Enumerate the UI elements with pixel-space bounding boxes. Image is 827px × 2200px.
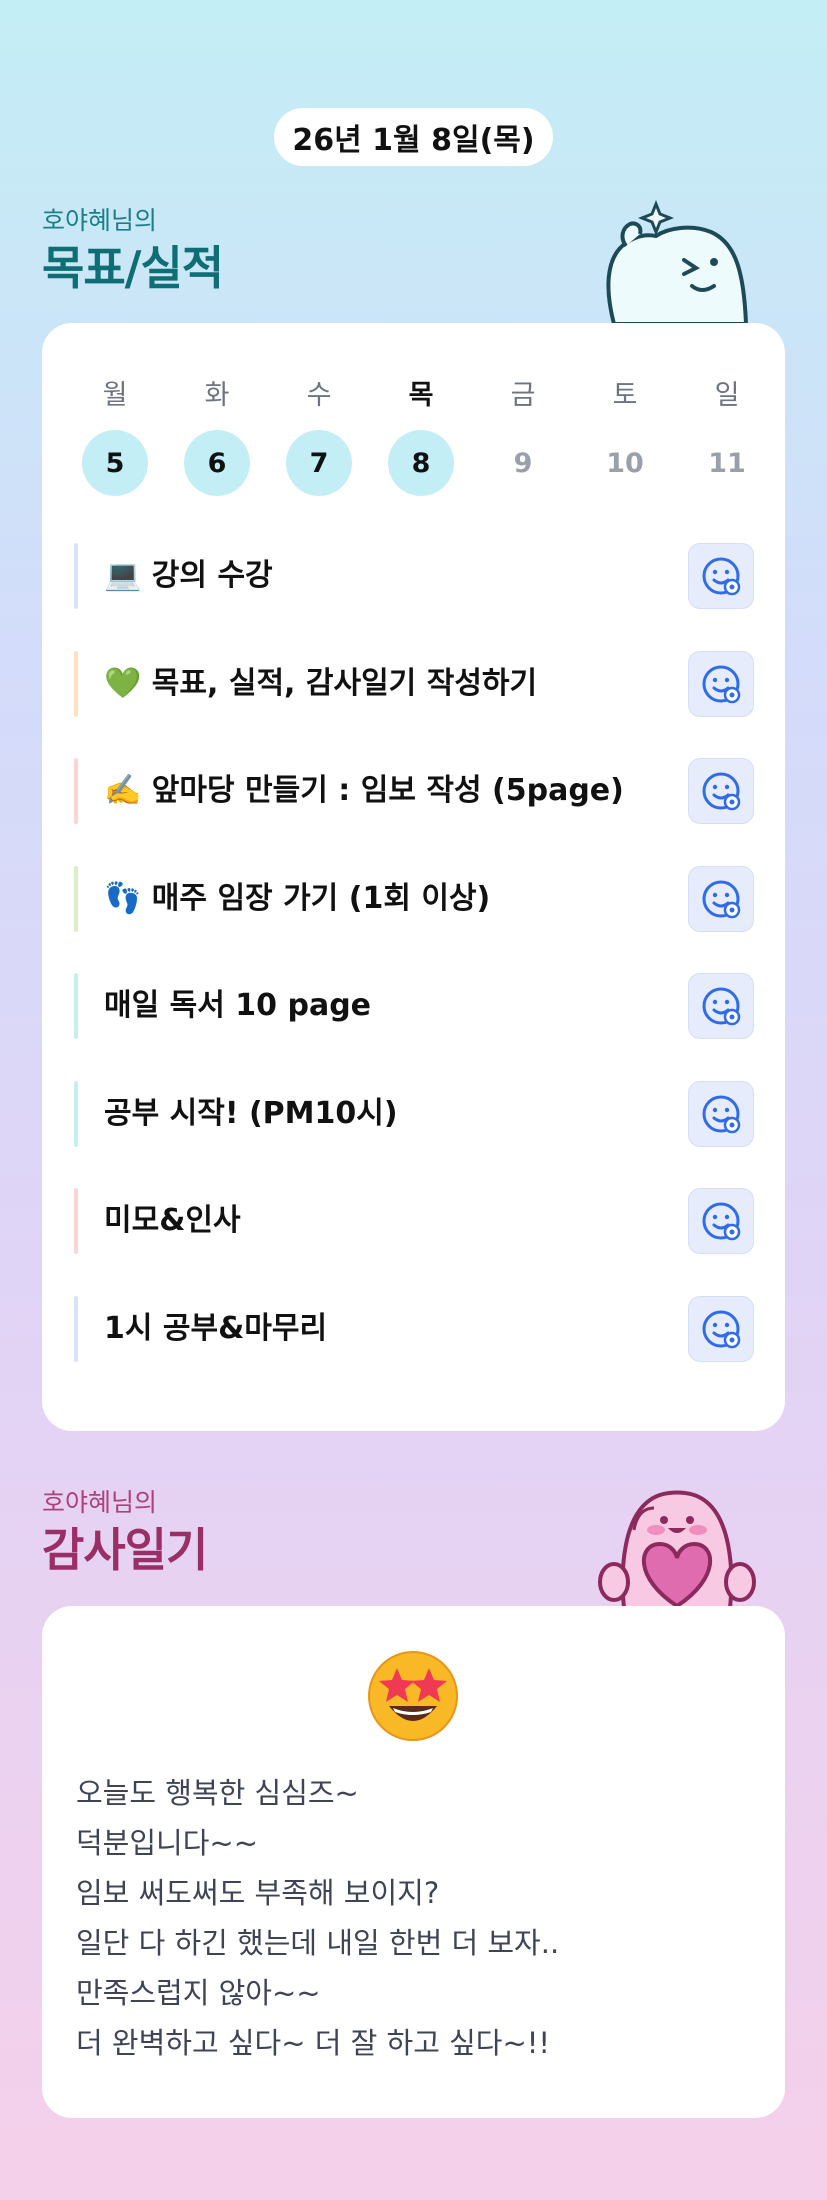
smiley-add-icon xyxy=(702,880,741,919)
task-label: 미모&인사 xyxy=(104,1203,241,1238)
task-label: 👣 매주 임장 가기 (1회 이상) xyxy=(104,881,491,916)
weekday-sat: 토 xyxy=(612,380,638,411)
diary-line: 오늘도 행복한 심심즈~ xyxy=(76,1776,359,1810)
task-item: 👣 매주 임장 가기 (1회 이상) xyxy=(74,866,754,932)
date-circle-6[interactable]: 6 xyxy=(184,430,250,496)
mascot-heart-icon xyxy=(598,1490,756,1608)
smiley-add-button[interactable] xyxy=(688,1081,754,1147)
task-color-bar xyxy=(74,1188,78,1254)
smiley-add-icon xyxy=(702,1095,741,1134)
goals-card: 월 화 수 목 금 토 일 5 6 7 8 9 10 11 💻 강의 수강 💚 … xyxy=(42,323,785,1431)
goals-title: 목표/실적 xyxy=(42,241,224,295)
smiley-add-icon xyxy=(702,1310,741,1349)
weekday-fri: 금 xyxy=(510,380,536,411)
task-item: 💚 목표, 실적, 감사일기 작성하기 xyxy=(74,651,754,717)
date-circle-5[interactable]: 5 xyxy=(82,430,148,496)
task-label: 공부 시작! (PM10시) xyxy=(104,1096,398,1131)
date-pill[interactable]: 26년 1월 8일(목) xyxy=(274,108,553,166)
diary-line: 만족스럽지 않아~~ xyxy=(76,1976,321,2010)
date-circle-7[interactable]: 7 xyxy=(286,430,352,496)
week-strip: 월 화 수 목 금 토 일 5 6 7 8 9 10 11 xyxy=(42,323,785,523)
task-color-bar xyxy=(74,973,78,1039)
weekday-tue: 화 xyxy=(204,380,230,411)
smiley-add-icon xyxy=(702,1202,741,1241)
smiley-add-icon xyxy=(702,557,741,596)
weekday-mon: 월 xyxy=(102,380,128,411)
task-item: 1시 공부&마무리 xyxy=(74,1296,754,1362)
task-item: 매일 독서 10 page xyxy=(74,973,754,1039)
smiley-add-button[interactable] xyxy=(688,1188,754,1254)
task-item: 미모&인사 xyxy=(74,1188,754,1254)
diary-line: 덕분입니다~~ xyxy=(76,1826,258,1860)
date-circle-10[interactable]: 10 xyxy=(592,430,658,496)
task-color-bar xyxy=(74,543,78,609)
task-color-bar xyxy=(74,651,78,717)
smiley-add-button[interactable] xyxy=(688,1296,754,1362)
smiley-add-icon xyxy=(702,772,741,811)
task-color-bar xyxy=(74,758,78,824)
smiley-add-icon xyxy=(702,987,741,1026)
date-circle-9[interactable]: 9 xyxy=(490,430,556,496)
task-item: ✍️ 앞마당 만들기 : 임보 작성 (5page) xyxy=(74,758,754,824)
weekday-thu: 목 xyxy=(408,380,434,411)
task-color-bar xyxy=(74,866,78,932)
task-label: 💻 강의 수강 xyxy=(104,558,273,593)
task-item: 💻 강의 수강 xyxy=(74,543,754,609)
diary-line: 더 완벽하고 싶다~ 더 잘 하고 싶다~!! xyxy=(76,2026,550,2060)
task-label: 매일 독서 10 page xyxy=(104,988,372,1023)
diary-line: 일단 다 하긴 했는데 내일 한번 더 보자.. xyxy=(76,1926,560,1960)
star-struck-emoji-icon xyxy=(368,1651,458,1741)
task-color-bar xyxy=(74,1296,78,1362)
weekday-sun: 일 xyxy=(714,380,740,411)
task-color-bar xyxy=(74,1081,78,1147)
mascot-cheer-icon xyxy=(606,199,749,324)
smiley-add-button[interactable] xyxy=(688,758,754,824)
task-label: 1시 공부&마무리 xyxy=(104,1311,328,1346)
diary-card: 오늘도 행복한 심심즈~ 덕분입니다~~ 임보 써도써도 부족해 보이지? 일단… xyxy=(42,1606,785,2118)
smiley-add-icon xyxy=(702,665,741,704)
task-item: 공부 시작! (PM10시) xyxy=(74,1081,754,1147)
diary-line: 임보 써도써도 부족해 보이지? xyxy=(76,1876,440,1910)
weekday-wed: 수 xyxy=(306,380,332,411)
smiley-add-button[interactable] xyxy=(688,651,754,717)
smiley-add-button[interactable] xyxy=(688,866,754,932)
diary-title: 감사일기 xyxy=(42,1523,208,1577)
task-label: 💚 목표, 실적, 감사일기 작성하기 xyxy=(104,666,538,701)
date-circle-11[interactable]: 11 xyxy=(694,430,760,496)
date-circle-8[interactable]: 8 xyxy=(388,430,454,496)
smiley-add-button[interactable] xyxy=(688,973,754,1039)
smiley-add-button[interactable] xyxy=(688,543,754,609)
diary-text: 오늘도 행복한 심심즈~ 덕분입니다~~ 임보 써도써도 부족해 보이지? 일단… xyxy=(76,1768,559,2068)
task-label: ✍️ 앞마당 만들기 : 임보 작성 (5page) xyxy=(104,773,624,808)
